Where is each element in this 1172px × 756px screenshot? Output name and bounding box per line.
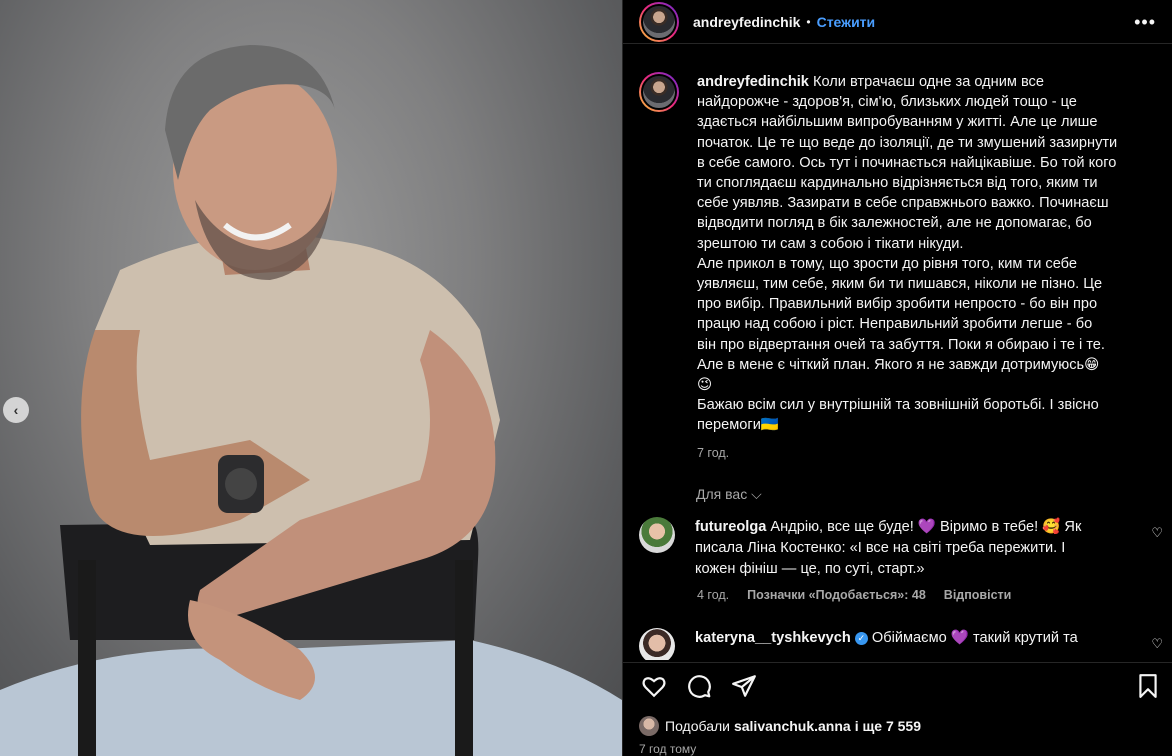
comment-meta: 4 год. Позначки «Подобається»: 48 Відпов… xyxy=(697,588,1172,602)
post-timestamp[interactable]: 7 год тому xyxy=(639,742,696,756)
comment-username[interactable]: futureolga xyxy=(695,519,766,535)
more-icon[interactable]: ••• xyxy=(1134,12,1156,33)
caption-line: працю над собою і ріст. Неправильний зро… xyxy=(697,316,1093,333)
likes-user[interactable]: salivanchuk.anna xyxy=(734,718,851,734)
avatar[interactable] xyxy=(639,627,675,660)
heart-icon[interactable] xyxy=(641,673,667,699)
chevron-down-icon: ⌵ xyxy=(751,485,762,502)
comment-like-icon[interactable]: ♡ xyxy=(1151,525,1163,541)
chevron-left-icon: ‹ xyxy=(13,402,19,418)
post-photo[interactable]: ‹ xyxy=(0,0,622,756)
caption-line: здається найбільшим випробуванням у житт… xyxy=(697,114,1098,131)
share-icon[interactable] xyxy=(731,673,757,699)
likes-prefix: Подобали xyxy=(665,718,730,734)
caption-line: себе уявляв. Зазирати в себе справжнього… xyxy=(697,195,1109,212)
comment-likes-count[interactable]: Позначки «Подобається»: 48 xyxy=(747,588,926,602)
caption-timestamp[interactable]: 7 год. xyxy=(697,446,1147,460)
caption-line: Бажаю всім сил у внутрішній та зовнішній… xyxy=(697,397,1099,414)
separator-dot: • xyxy=(806,14,811,29)
caption-text: andreyfedinchik Коли втрачаєш одне за од… xyxy=(697,72,1147,436)
caption-line: Але в мене є чіткий план. Якого я не зав… xyxy=(697,356,1100,373)
reply-button[interactable]: Відповісти xyxy=(944,588,1012,602)
caption-line: він про відвертання очей та забуття. Пок… xyxy=(697,336,1105,353)
verified-icon: ✓ xyxy=(854,631,868,645)
likes-count[interactable]: і ще 7 559 xyxy=(855,718,921,734)
likes-summary[interactable]: Подобали salivanchuk.anna і ще 7 559 xyxy=(639,716,921,736)
post-side-panel: andreyfedinchik • Стежити ••• andreyfedi… xyxy=(622,0,1172,756)
caption-line: найдорожче - здоров'я, сім'ю, близьких л… xyxy=(697,94,1077,111)
caption-line: ти споглядаєш кардинально відрізняється … xyxy=(697,175,1098,192)
comment-item: futureolga Андрію, все ще буде! 💜 Віримо… xyxy=(623,516,1172,580)
caption-line: зрештою ти сам з собою і тікати нікуди. xyxy=(697,235,964,252)
comment-timestamp[interactable]: 4 год. xyxy=(697,588,729,602)
caption-line: про вибір. Правильний вибір зробити непр… xyxy=(697,296,1098,313)
comments-scroll-area[interactable]: andreyfedinchik Коли втрачаєш одне за од… xyxy=(623,60,1172,660)
avatar xyxy=(639,716,659,736)
caption-username[interactable]: andreyfedinchik xyxy=(697,74,809,90)
comment-item: kateryna__tyshkevych ✓ Обіймаємо 💜 такий… xyxy=(623,627,1172,660)
caption-line: Коли втрачаєш одне за одним все xyxy=(812,74,1044,90)
avatar[interactable] xyxy=(639,1,679,42)
avatar[interactable] xyxy=(639,516,675,553)
comment-line: кожен фініш — це, по суті, старт.» xyxy=(695,560,925,577)
post-header: andreyfedinchik • Стежити ••• xyxy=(623,0,1172,44)
for-you-label: Для вас xyxy=(696,485,748,502)
caption-line: 😉 xyxy=(697,377,713,394)
comment-line: Обіймаємо 💜 такий крутий та xyxy=(871,629,1078,646)
comment-line: писала Ліна Костенко: «І все на світі тр… xyxy=(695,539,1066,556)
photo-illustration xyxy=(0,45,622,756)
comment-text: kateryna__tyshkevych ✓ Обіймаємо 💜 такий… xyxy=(695,628,1115,660)
author-username[interactable]: andreyfedinchik xyxy=(693,14,800,30)
comment-like-icon[interactable]: ♡ xyxy=(1151,636,1163,652)
comment-line: Андрію, все ще буде! 💜 Віримо в тебе! 🥰 … xyxy=(770,518,1082,535)
comment-username[interactable]: kateryna__tyshkevych xyxy=(695,630,851,646)
caption-line: початок. Це те що веде до ізоляції, де т… xyxy=(697,134,1118,151)
bookmark-icon[interactable] xyxy=(1135,673,1161,699)
caption-line: Але прикол в тому, що зрости до рівня то… xyxy=(697,255,1077,272)
avatar[interactable] xyxy=(639,72,679,112)
carousel-prev-button[interactable]: ‹ xyxy=(3,397,29,423)
caption-line: в себе самого. Ось тут і починається най… xyxy=(697,154,1117,171)
for-you-filter[interactable]: Для вас ⌵ xyxy=(696,486,1172,503)
caption-line: перемоги🇺🇦 xyxy=(697,417,780,434)
action-bar xyxy=(623,662,1172,708)
comment-text: futureolga Андрію, все ще буде! 💜 Віримо… xyxy=(695,517,1115,580)
comment-icon[interactable] xyxy=(686,673,712,699)
caption-line: уявляєш, тим себе, яким би ти пишався, н… xyxy=(697,276,1103,293)
follow-button[interactable]: Стежити xyxy=(817,14,876,30)
caption-block: andreyfedinchik Коли втрачаєш одне за од… xyxy=(623,60,1172,460)
caption-line: відводити погляд в бік залежностей, але … xyxy=(697,215,1092,232)
